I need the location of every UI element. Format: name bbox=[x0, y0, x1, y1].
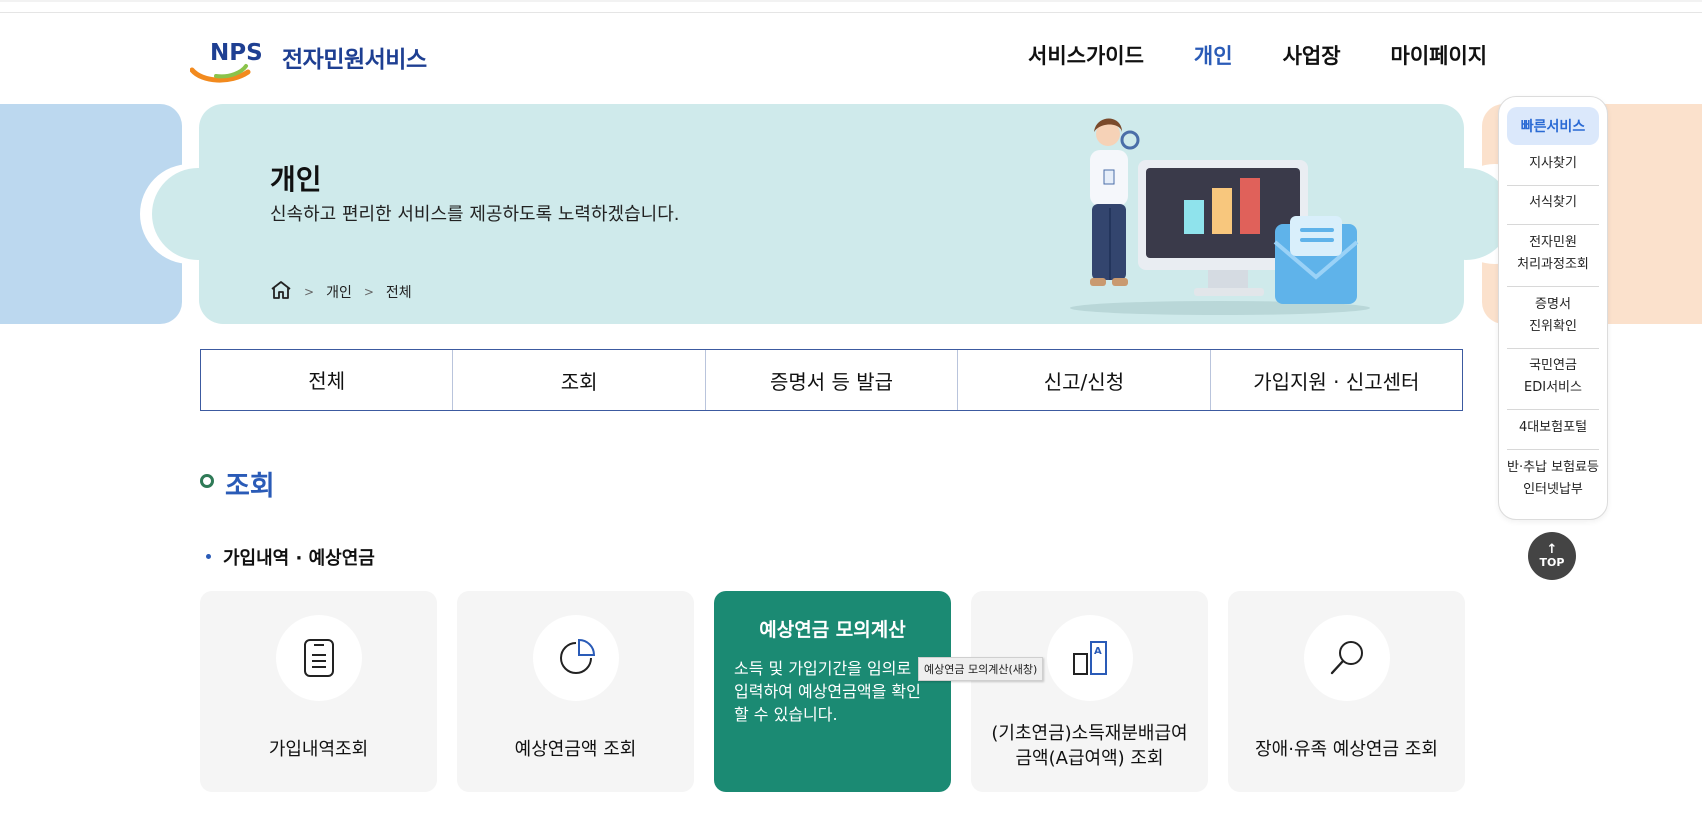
tab-report-apply[interactable]: 신고/신청 bbox=[957, 350, 1210, 410]
card-pension-simulation[interactable]: 예상연금 모의계산 소득 및 가입기간을 임의로 입력하여 예상연금액을 확인할… bbox=[714, 591, 951, 792]
nps-logo-icon: NPS bbox=[190, 40, 263, 83]
site-logo[interactable]: NPS 전자민원서비스 bbox=[190, 36, 427, 86]
divider bbox=[1507, 409, 1599, 410]
breadcrumb-item-current: 전체 bbox=[385, 285, 412, 301]
quick-item-label: 지사찾기 bbox=[1529, 156, 1577, 171]
card-label: 가입내역조회 bbox=[268, 739, 369, 760]
hero-illustration bbox=[1070, 118, 1370, 315]
quick-item-certificate-verify[interactable]: 증명서진위확인 bbox=[1507, 294, 1599, 338]
quick-item-edi-service[interactable]: 국민연금 EDI서비스 bbox=[1507, 355, 1599, 399]
tab-all[interactable]: 전체 bbox=[201, 350, 453, 410]
category-tabs: 전체 조회 증명서 등 발급 신고/신청 가입지원 · 신고센터 bbox=[200, 349, 1463, 411]
logo-mark-text: NPS bbox=[210, 40, 263, 66]
breadcrumb: > 개인 > 전체 bbox=[270, 280, 412, 304]
quick-item-insurance-portal[interactable]: 4대보험포털 bbox=[1507, 417, 1599, 439]
divider bbox=[1507, 224, 1599, 225]
quick-item-label: 전자민원 bbox=[1529, 235, 1577, 250]
quick-item-label: 증명서 bbox=[1535, 297, 1571, 312]
subsection-title: 가입내역 · 예상연금 bbox=[223, 548, 375, 569]
magnifier-icon bbox=[1304, 615, 1390, 701]
svg-text:A: A bbox=[1094, 646, 1102, 657]
logo-text: 전자민원서비스 bbox=[282, 47, 427, 73]
page-subtitle: 신속하고 편리한 서비스를 제공하도록 노력하겠습니다. bbox=[270, 204, 680, 225]
quick-item-label: EDI서비스 bbox=[1524, 380, 1582, 395]
section-bullet-icon bbox=[200, 474, 214, 488]
divider bbox=[1507, 286, 1599, 287]
divider bbox=[1507, 185, 1599, 186]
top-strip bbox=[0, 0, 1702, 2]
quick-item-label: 인터넷납부 bbox=[1523, 482, 1583, 497]
main-nav: 서비스가이드 개인 사업장 마이페이지 bbox=[1028, 40, 1487, 70]
card-expected-pension[interactable]: 예상연금액 조회 bbox=[457, 591, 694, 792]
card-label: 장애·유족 예상연금 조회 bbox=[1255, 739, 1438, 760]
card-title: 예상연금 모의계산 bbox=[759, 619, 906, 641]
breadcrumb-item[interactable]: 개인 bbox=[326, 282, 352, 302]
chevron-right-icon: > bbox=[363, 285, 374, 299]
card-label: (기초연금)소득재분배급여금액(A급여액) 조회 bbox=[991, 723, 1188, 769]
nav-personal[interactable]: 개인 bbox=[1194, 40, 1233, 70]
tab-support-center[interactable]: 가입지원 · 신고센터 bbox=[1209, 350, 1463, 410]
divider bbox=[1507, 348, 1599, 349]
quick-item-form-finder[interactable]: 서식찾기 bbox=[1507, 192, 1599, 214]
card-enrollment-history[interactable]: 가입내역조회 bbox=[200, 591, 437, 792]
nav-service-guide[interactable]: 서비스가이드 bbox=[1028, 40, 1144, 70]
quick-item-label: 국민연금 bbox=[1529, 358, 1577, 373]
quick-item-label: 서식찾기 bbox=[1529, 195, 1577, 210]
quick-item-online-payment[interactable]: 반·추납 보험료등인터넷납부 bbox=[1507, 457, 1599, 501]
pie-chart-icon bbox=[533, 615, 619, 701]
tab-certificate[interactable]: 증명서 등 발급 bbox=[704, 350, 958, 410]
document-icon bbox=[276, 615, 362, 701]
home-icon[interactable] bbox=[270, 280, 292, 304]
service-cards: 가입내역조회 예상연금액 조회 예상연금 모의계산 소득 및 가입기간을 임의로… bbox=[200, 591, 1465, 792]
quick-item-process-inquiry[interactable]: 전자민원처리과정조회 bbox=[1507, 232, 1599, 276]
top-label: TOP bbox=[1539, 555, 1565, 569]
quick-menu-title: 빠른서비스 bbox=[1507, 107, 1599, 145]
quick-item-label: 4대보험포털 bbox=[1518, 420, 1588, 435]
nav-mypage[interactable]: 마이페이지 bbox=[1391, 40, 1488, 70]
chevron-right-icon: > bbox=[304, 285, 315, 299]
top-divider bbox=[0, 12, 1702, 13]
arrow-up-icon: ↑ bbox=[1546, 541, 1558, 557]
card-description: 소득 및 가입기간을 임의로 입력하여 예상연금액을 확인할 수 있습니다. bbox=[734, 659, 921, 724]
quick-item-label: 반·추납 보험료등 bbox=[1507, 460, 1599, 475]
tab-inquiry[interactable]: 조회 bbox=[452, 350, 705, 410]
nav-business[interactable]: 사업장 bbox=[1283, 40, 1341, 70]
quick-item-label: 처리과정조회 bbox=[1517, 257, 1589, 272]
a-value-icon: A bbox=[1047, 615, 1133, 701]
card-a-value-inquiry[interactable]: A (기초연금)소득재분배급여금액(A급여액) 조회 bbox=[971, 591, 1208, 792]
subsection-bullet-icon bbox=[206, 554, 211, 559]
quick-item-label: 진위확인 bbox=[1529, 319, 1577, 334]
page-title: 개인 bbox=[270, 163, 322, 196]
quick-item-branch-finder[interactable]: 지사찾기 bbox=[1507, 153, 1599, 175]
tooltip: 예상연금 모의계산(새창) bbox=[918, 657, 1044, 681]
quick-menu: 빠른서비스 지사찾기 서식찾기 전자민원처리과정조회 증명서진위확인 국민연금 E… bbox=[1498, 96, 1608, 520]
card-label: 예상연금액 조회 bbox=[514, 739, 637, 760]
scroll-top-button[interactable]: ↑ TOP bbox=[1528, 532, 1576, 580]
section-title: 조회 bbox=[225, 471, 275, 502]
card-disability-survivor[interactable]: 장애·유족 예상연금 조회 bbox=[1228, 591, 1465, 792]
divider bbox=[1507, 449, 1599, 450]
